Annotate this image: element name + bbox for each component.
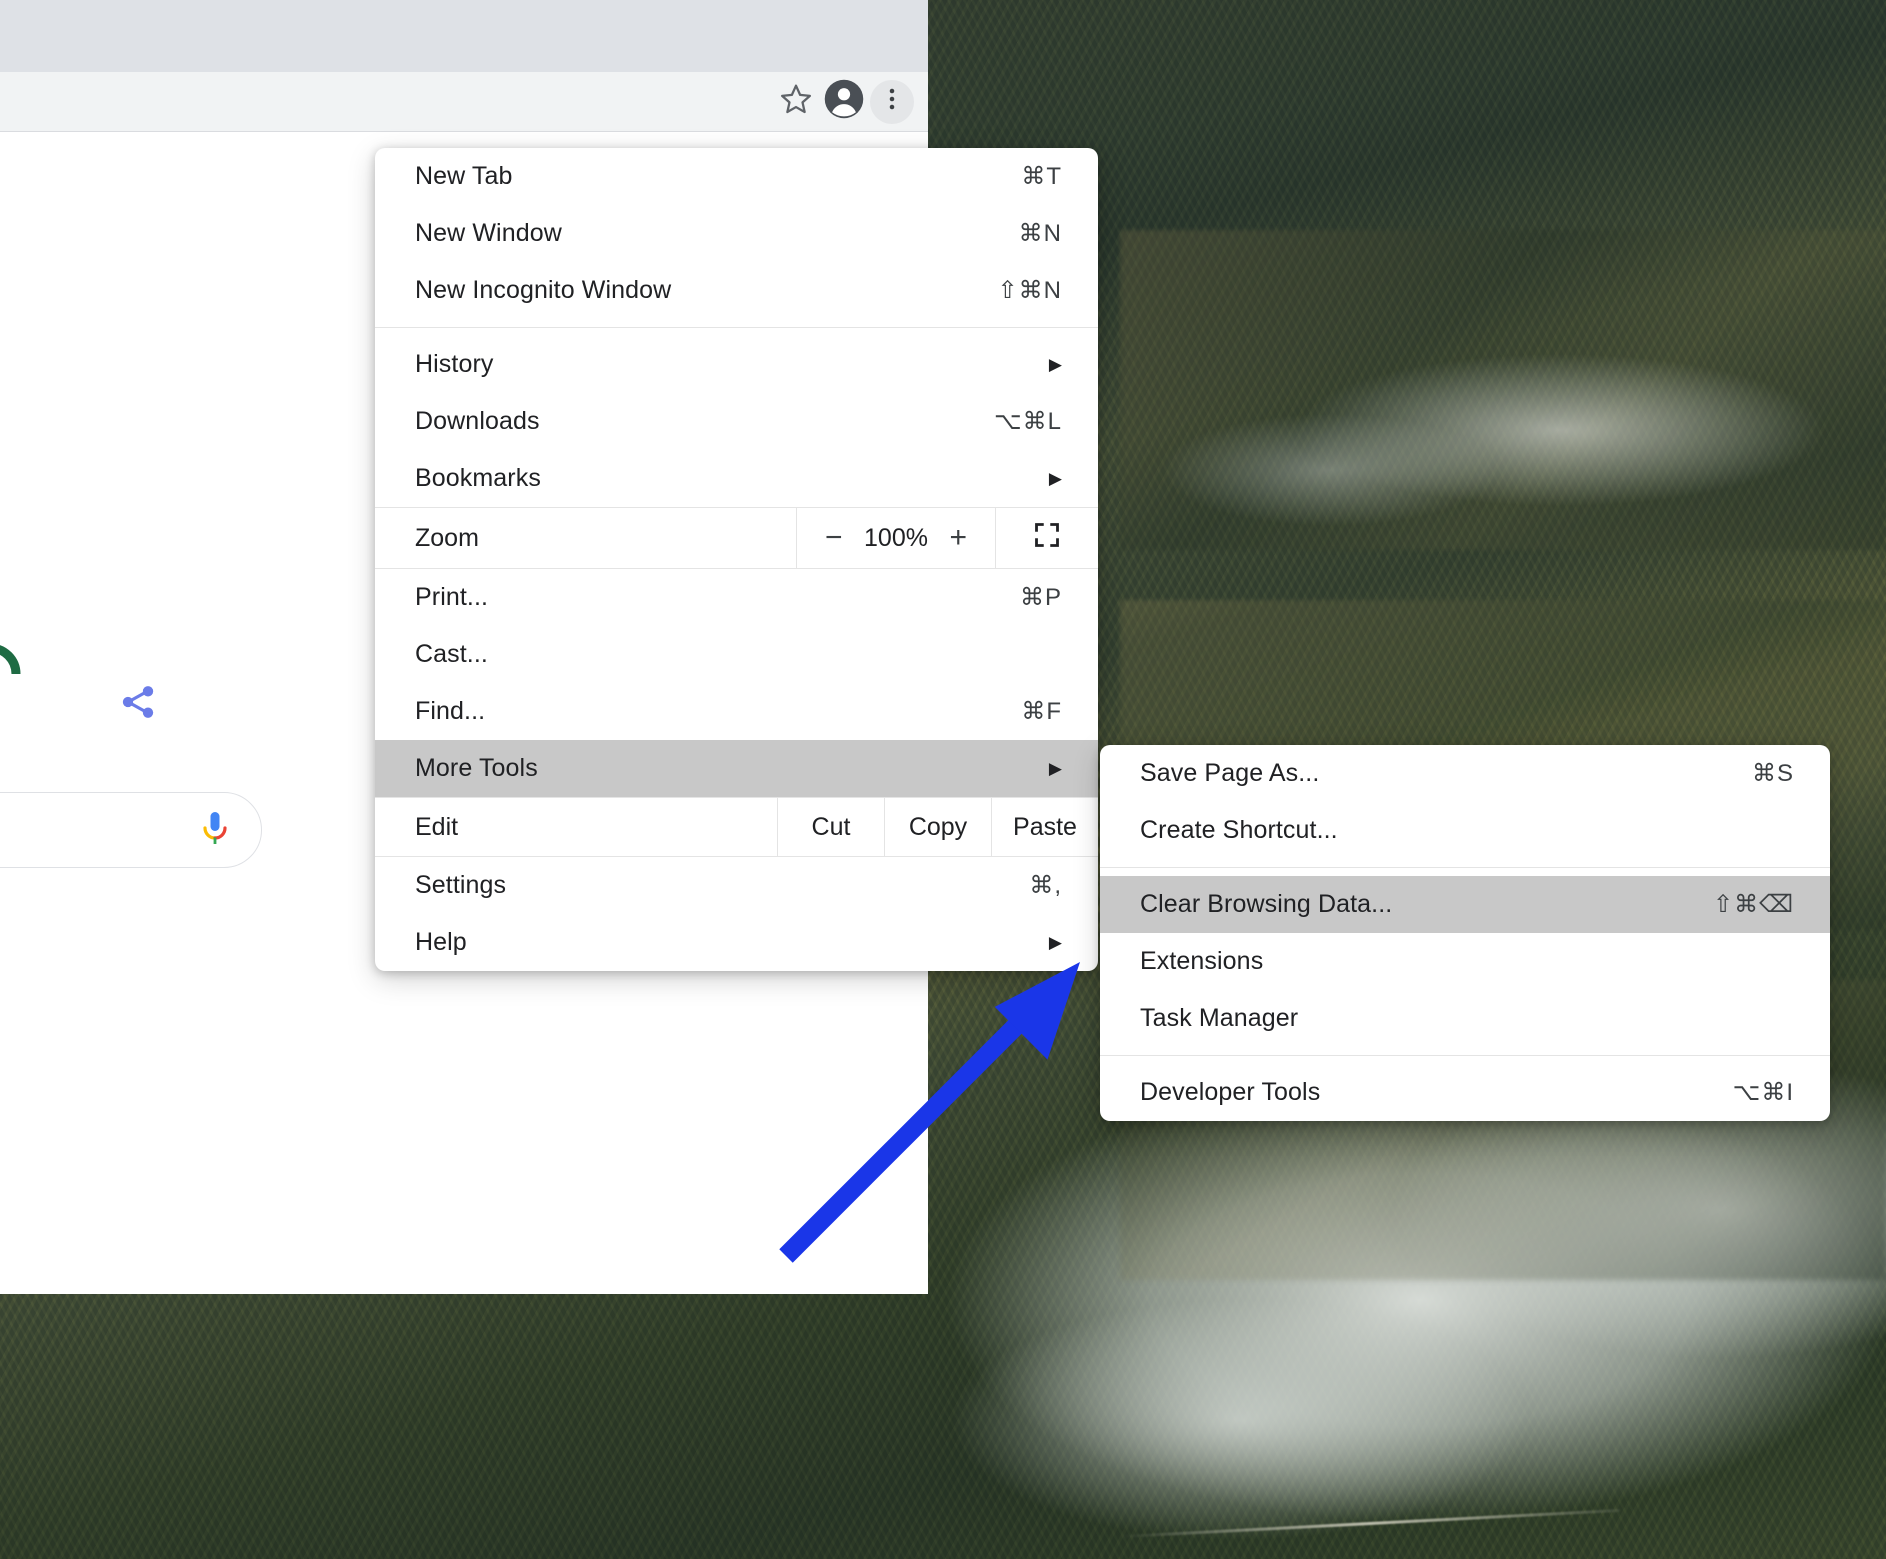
submenu-item-save-page-as[interactable]: Save Page As... ⌘S	[1100, 745, 1830, 802]
menu-item-label: Help	[415, 928, 467, 956]
menu-item-new-incognito-window[interactable]: New Incognito Window ⇧⌘N	[375, 262, 1098, 319]
menu-item-downloads[interactable]: Downloads ⌥⌘L	[375, 393, 1098, 450]
account-avatar-icon	[823, 78, 865, 125]
menu-item-find[interactable]: Find... ⌘F	[375, 683, 1098, 740]
submenu-item-extensions[interactable]: Extensions	[1100, 933, 1830, 990]
star-icon	[779, 82, 813, 121]
menu-item-settings[interactable]: Settings ⌘,	[375, 857, 1098, 914]
fullscreen-button[interactable]	[996, 508, 1098, 568]
paste-button[interactable]: Paste	[991, 798, 1098, 856]
menu-item-label: Settings	[415, 871, 507, 899]
browser-toolbar	[0, 72, 928, 132]
menu-item-label: Bookmarks	[415, 464, 541, 492]
menu-item-label: New Tab	[415, 162, 513, 190]
menu-item-label: New Incognito Window	[415, 276, 672, 304]
menu-item-shortcut: ⌘P	[1019, 584, 1062, 611]
menu-item-label: Find...	[415, 697, 486, 725]
menu-item-label: Save Page As...	[1140, 759, 1320, 787]
menu-item-label: Extensions	[1140, 947, 1264, 975]
profile-avatar-button[interactable]	[822, 78, 866, 125]
menu-item-cast[interactable]: Cast...	[375, 626, 1098, 683]
menu-zoom-row: Zoom − 100% +	[375, 507, 1098, 569]
chevron-right-icon: ▶	[1048, 354, 1062, 374]
zoom-level-value: 100%	[864, 523, 928, 552]
zoom-in-button[interactable]: +	[949, 523, 967, 553]
chevron-right-icon: ▶	[1048, 468, 1062, 488]
menu-item-label: History	[415, 350, 494, 378]
menu-item-shortcut: ⌘T	[1021, 163, 1062, 190]
zoom-out-button[interactable]: −	[825, 523, 843, 553]
three-dot-menu-icon	[879, 86, 905, 117]
menu-item-label: Task Manager	[1140, 1004, 1299, 1032]
menu-item-print[interactable]: Print... ⌘P	[375, 569, 1098, 626]
menu-item-shortcut: ⇧⌘⌫	[1712, 891, 1794, 918]
menu-item-label: Create Shortcut...	[1140, 816, 1338, 844]
menu-item-label: Downloads	[415, 407, 540, 435]
menu-item-shortcut: ⌥⌘I	[1732, 1079, 1794, 1106]
chevron-right-icon: ▶	[1048, 932, 1062, 952]
menu-item-shortcut: ⌘N	[1018, 220, 1062, 247]
submenu-item-clear-browsing-data[interactable]: Clear Browsing Data... ⇧⌘⌫	[1100, 876, 1830, 933]
menu-item-shortcut: ⌘F	[1021, 698, 1062, 725]
menu-item-label: Developer Tools	[1140, 1078, 1321, 1106]
menu-item-history[interactable]: History ▶	[375, 336, 1098, 393]
more-tools-submenu[interactable]: Save Page As... ⌘S Create Shortcut... Cl…	[1100, 745, 1830, 1121]
menu-item-shortcut: ⇧⌘N	[997, 277, 1062, 304]
screen-root: New Tab ⌘T New Window ⌘N New Incognito W…	[0, 0, 1886, 1559]
browser-tab-strip[interactable]	[0, 0, 928, 72]
menu-item-label: Cast...	[415, 640, 488, 668]
chrome-menu-button[interactable]	[870, 79, 914, 124]
microphone-icon[interactable]	[200, 808, 230, 852]
share-icon[interactable]	[118, 680, 158, 724]
menu-item-bookmarks[interactable]: Bookmarks ▶	[375, 450, 1098, 507]
menu-item-new-tab[interactable]: New Tab ⌘T	[375, 148, 1098, 205]
menu-item-shortcut: ⌥⌘L	[993, 408, 1062, 435]
copy-button[interactable]: Copy	[884, 798, 991, 856]
zoom-label: Zoom	[415, 523, 479, 552]
mountain-road-lower	[1120, 1508, 1620, 1539]
menu-item-new-window[interactable]: New Window ⌘N	[375, 205, 1098, 262]
menu-edit-row: Edit Cut Copy Paste	[375, 797, 1098, 857]
fullscreen-icon	[1033, 521, 1061, 556]
menu-item-label: More Tools	[415, 754, 538, 782]
menu-separator	[375, 327, 1098, 328]
search-input[interactable]	[232, 830, 233, 831]
submenu-item-developer-tools[interactable]: Developer Tools ⌥⌘I	[1100, 1064, 1830, 1121]
submenu-item-task-manager[interactable]: Task Manager	[1100, 990, 1830, 1047]
google-doodle[interactable]	[0, 622, 32, 696]
chevron-right-icon: ▶	[1048, 758, 1062, 778]
chrome-main-menu[interactable]: New Tab ⌘T New Window ⌘N New Incognito W…	[375, 148, 1098, 971]
mountain-ridge-upper	[1120, 230, 1886, 550]
submenu-item-create-shortcut[interactable]: Create Shortcut...	[1100, 802, 1830, 859]
zoom-controls: − 100% +	[796, 508, 996, 568]
menu-item-label: New Window	[415, 219, 562, 247]
toolbar-actions	[774, 78, 928, 125]
menu-item-shortcut: ⌘S	[1751, 760, 1794, 787]
edit-label: Edit	[415, 812, 459, 841]
menu-item-shortcut: ⌘,	[1029, 872, 1062, 899]
submenu-separator	[1100, 867, 1830, 868]
menu-item-label: Clear Browsing Data...	[1140, 890, 1393, 918]
menu-item-help[interactable]: Help ▶	[375, 914, 1098, 971]
submenu-separator	[1100, 1055, 1830, 1056]
menu-item-label: Print...	[415, 583, 489, 611]
bookmark-star-button[interactable]	[774, 80, 818, 124]
menu-item-more-tools[interactable]: More Tools ▶	[375, 740, 1098, 797]
cut-button[interactable]: Cut	[777, 798, 884, 856]
